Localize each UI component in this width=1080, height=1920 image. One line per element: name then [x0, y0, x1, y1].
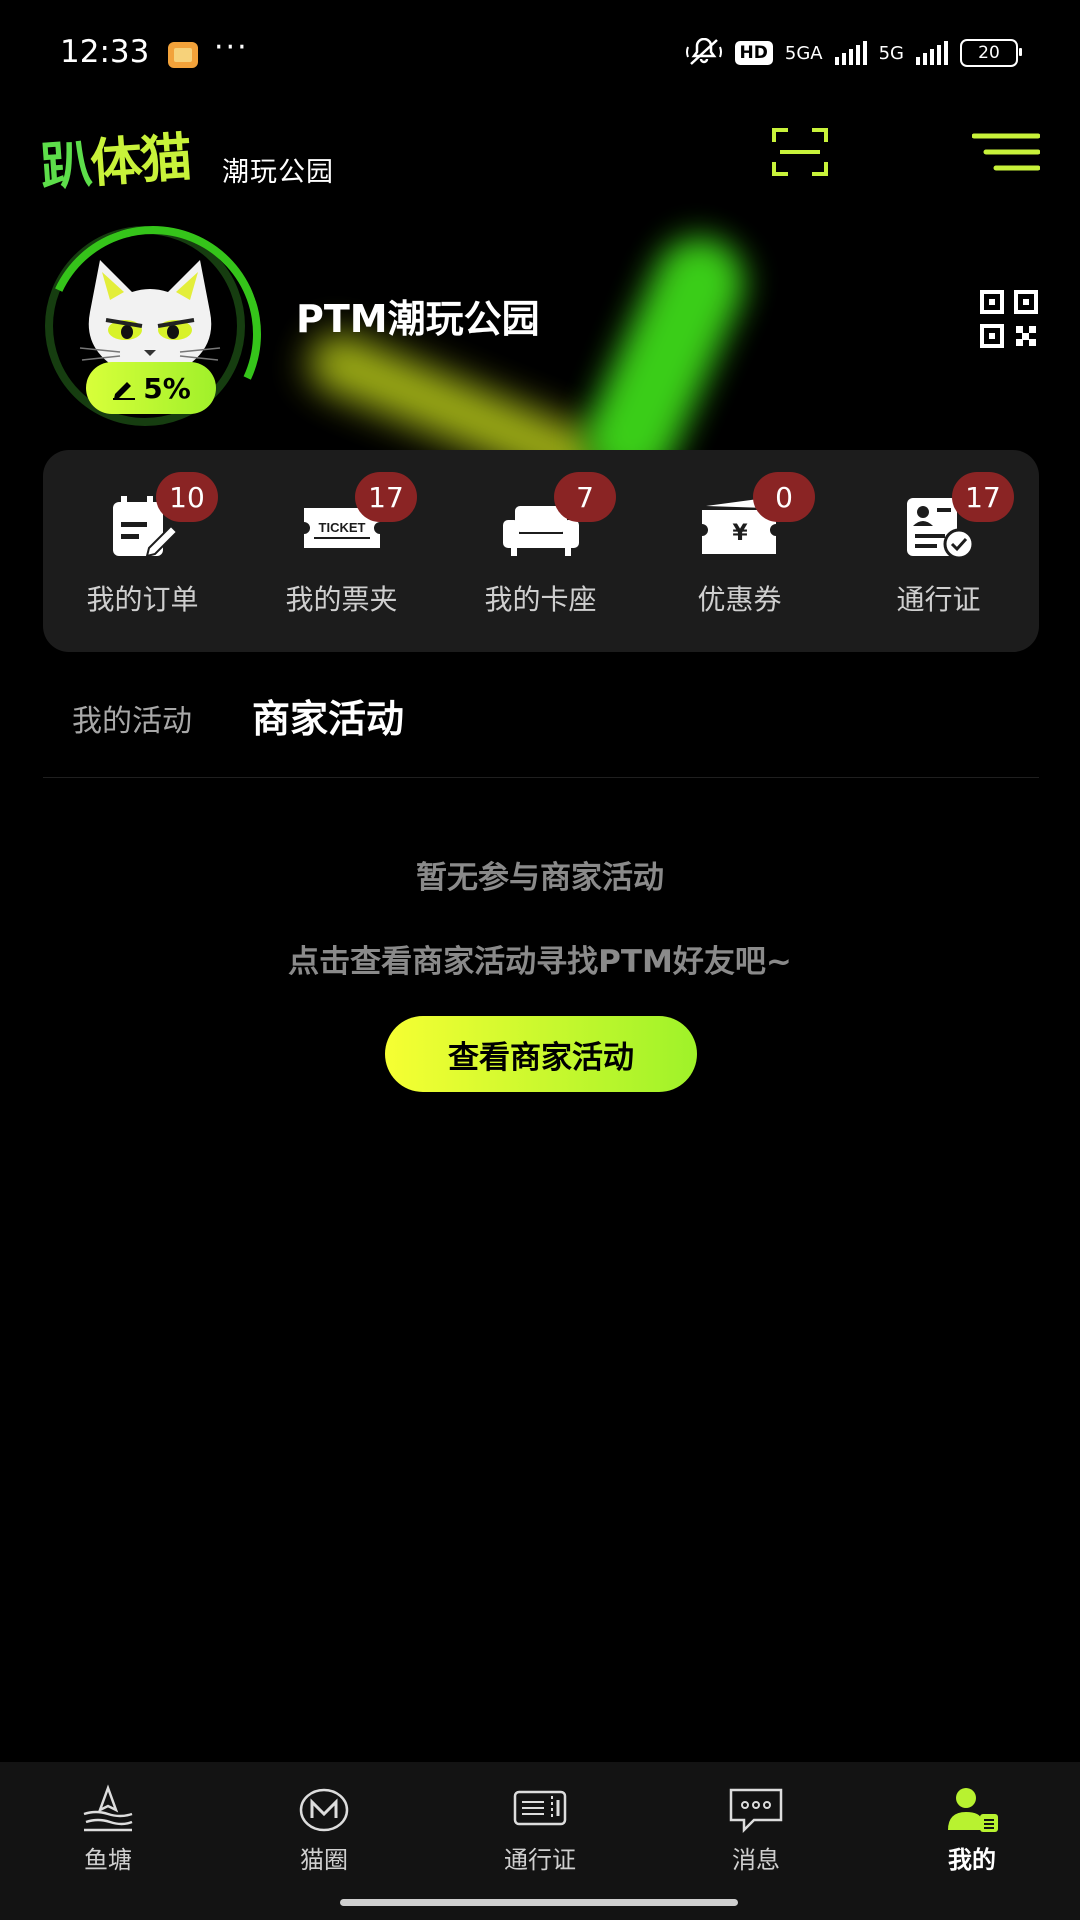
coupons-count-badge: 0	[753, 472, 815, 522]
signal-1-icon	[834, 41, 867, 65]
scan-icon	[772, 128, 828, 176]
quick-item-label: 通行证	[896, 583, 981, 616]
bottom-navigation: 鱼塘 猫圈 通行证 消息 我的	[0, 1762, 1080, 1920]
nav-item-pond[interactable]: 鱼塘	[0, 1762, 216, 1892]
hd-voice-badge: HD	[734, 41, 773, 65]
coupon-icon-text: ¥	[732, 521, 748, 546]
more-notifications-icon: ···	[214, 30, 249, 65]
pass-card-icon	[513, 1790, 567, 1826]
status-bar: 12:33 ··· HD 5GA 5G 20	[0, 0, 1080, 110]
battery-level: 20	[978, 43, 1000, 63]
menu-icon	[971, 133, 1041, 171]
pond-icon	[83, 1784, 133, 1832]
tab-my-activities[interactable]: 我的活动	[72, 696, 192, 740]
network-5g-label: 5G	[878, 42, 904, 64]
signal-2-icon	[916, 41, 948, 65]
scan-button[interactable]	[772, 128, 828, 176]
profile-completion-badge[interactable]: 5%	[86, 362, 216, 414]
tab-divider	[43, 777, 1039, 778]
logo-text-part-b: 体猫	[88, 127, 193, 195]
nav-label: 消息	[732, 1846, 780, 1874]
nav-label: 通行证	[504, 1846, 576, 1874]
profile-completion-value: 5%	[143, 371, 191, 405]
home-indicator[interactable]	[340, 1899, 738, 1906]
nav-item-cat-circle[interactable]: 猫圈	[216, 1762, 432, 1892]
quick-item-orders[interactable]: 10 我的订单	[43, 450, 242, 652]
profile-name: PTM潮玩公园	[296, 297, 540, 341]
quick-item-coupons[interactable]: ¥ 0 优惠券	[640, 450, 839, 652]
pencil-icon	[113, 382, 136, 400]
quick-access-card: 10 我的订单 TICKET 17 我的票夹 7 我的卡座 ¥ 0 优惠券 17…	[43, 450, 1039, 652]
nav-item-pass[interactable]: 通行证	[432, 1762, 648, 1892]
passes-count-badge: 17	[952, 472, 1014, 522]
logo-text-part-a: 趴	[38, 134, 93, 199]
view-merchant-activities-button[interactable]: 查看商家活动	[385, 1016, 697, 1092]
quick-item-label: 优惠券	[697, 583, 782, 616]
app-subtitle: 潮玩公园	[222, 157, 334, 188]
cat-circle-icon	[299, 1788, 349, 1832]
quick-item-label: 我的订单	[86, 583, 199, 616]
empty-state-title: 暂无参与商家活动	[416, 860, 664, 896]
qr-code-button[interactable]	[980, 290, 1038, 348]
empty-state-description: 点击查看商家活动寻找PTM好友吧~	[288, 944, 792, 980]
profile-icon	[948, 1788, 998, 1832]
status-time: 12:33	[60, 34, 150, 70]
network-5ga-label: 5GA	[784, 42, 823, 64]
quick-item-tickets[interactable]: TICKET 17 我的票夹	[242, 450, 441, 652]
gallery-notification-icon	[168, 42, 198, 68]
tickets-count-badge: 17	[355, 472, 417, 522]
qr-code-icon	[980, 290, 1038, 348]
battery-icon: 20	[960, 39, 1022, 67]
mute-vibrate-icon	[685, 38, 722, 65]
quick-item-label: 我的票夹	[285, 583, 398, 616]
nav-item-messages[interactable]: 消息	[648, 1762, 864, 1892]
seats-count-badge: 7	[554, 472, 616, 522]
app-logo: 趴体猫	[38, 115, 193, 200]
nav-item-profile[interactable]: 我的	[864, 1762, 1080, 1892]
nav-label: 猫圈	[300, 1846, 348, 1874]
system-icons: HD 5GA 5G 20	[685, 38, 1022, 68]
nav-label: 鱼塘	[84, 1846, 132, 1874]
orders-count-badge: 10	[156, 472, 218, 522]
message-icon	[729, 1788, 783, 1834]
quick-item-passes[interactable]: 17 通行证	[839, 450, 1038, 652]
nav-label: 我的	[948, 1846, 996, 1874]
quick-item-label: 我的卡座	[484, 583, 597, 616]
tab-merchant-activities[interactable]: 商家活动	[252, 688, 404, 743]
menu-button[interactable]	[971, 132, 1041, 172]
quick-item-seats[interactable]: 7 我的卡座	[441, 450, 640, 652]
ticket-icon-text: TICKET	[319, 520, 366, 535]
